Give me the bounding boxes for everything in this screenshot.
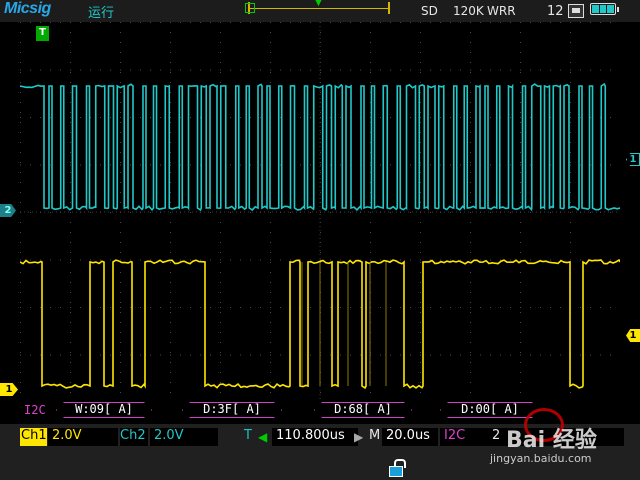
trigger-move-left-icon[interactable]: ◀: [258, 430, 267, 444]
decode-packet-text: D:68[ A]: [334, 402, 392, 416]
trigger-position-label: T: [244, 428, 252, 446]
trigger-move-right-icon[interactable]: ▶: [354, 430, 363, 444]
ch1-trigger-level-marker[interactable]: 1: [626, 329, 640, 342]
ch2-vertical-scale[interactable]: 2.0V: [150, 428, 218, 446]
ch1-vertical-scale[interactable]: 2.0V: [48, 428, 118, 446]
watermark-url: jingyan.baidu.com: [490, 452, 592, 465]
memory-depth[interactable]: 120K: [453, 4, 484, 18]
ch1-offset-marker[interactable]: 1: [0, 383, 18, 396]
waveform-display[interactable]: [20, 22, 620, 402]
scrollbar-track: [250, 8, 388, 9]
ch2-offset-marker[interactable]: 2: [0, 204, 16, 217]
scrollbar-right-cap: [388, 2, 390, 14]
clock-readout: 12: [547, 4, 564, 19]
decode-packet[interactable]: W:09[ A]: [56, 402, 152, 418]
battery-icon: [590, 3, 616, 15]
bus-decode-label[interactable]: I2C: [440, 428, 488, 446]
ch2-trigger-level-marker[interactable]: 1: [626, 153, 640, 166]
timebase-scale[interactable]: 20.0us: [382, 428, 438, 446]
usb-icon: [568, 4, 584, 18]
decode-packet[interactable]: D:3F[ A]: [182, 402, 282, 418]
run-mode[interactable]: WRR: [487, 4, 516, 18]
watermark-brand: Bai 经验: [506, 422, 597, 454]
decode-packet[interactable]: D:68[ A]: [314, 402, 412, 418]
decode-packet-text: D:3F[ A]: [203, 402, 261, 416]
ch1-persistence-traces: [302, 262, 386, 386]
decode-bus-label: I2C: [24, 403, 46, 417]
trigger-position-value[interactable]: 110.800us: [272, 428, 358, 446]
brand-logo: Micsig: [4, 0, 51, 18]
decode-packet-text: W:09[ A]: [75, 402, 133, 416]
trigger-time-marker-icon[interactable]: T: [36, 26, 49, 41]
baidu-watermark: Bai 经验 jingyan.baidu.com: [490, 404, 620, 470]
waveform-position-scrollbar[interactable]: ▼: [244, 0, 394, 16]
top-status-bar: Micsig 运行 ▼ SD 120K WRR 12: [0, 0, 640, 22]
scrollbar-window[interactable]: [245, 3, 255, 13]
trigger-position-down-icon: ▼: [315, 0, 322, 8]
ch2-label[interactable]: Ch2: [120, 428, 148, 446]
run-status[interactable]: 运行: [88, 2, 114, 21]
timebase-label: M: [369, 428, 380, 446]
lock-icon[interactable]: [389, 459, 405, 473]
ch1-label[interactable]: Ch1: [20, 428, 47, 446]
acquisition-mode[interactable]: SD: [421, 4, 438, 18]
